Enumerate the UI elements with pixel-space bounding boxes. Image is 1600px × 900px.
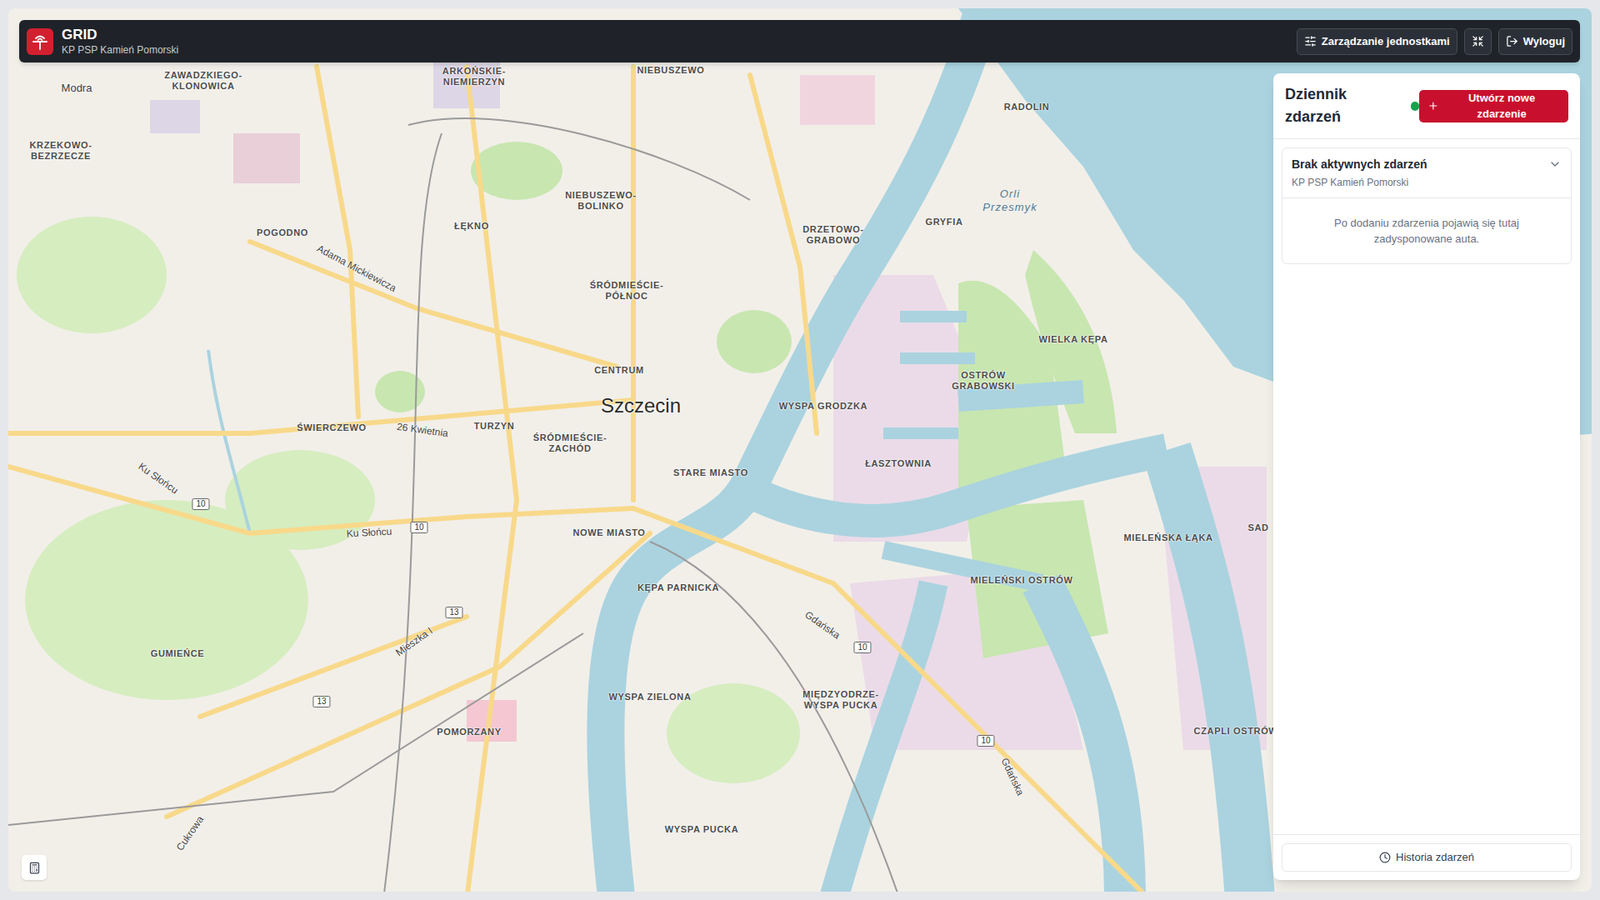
clock-icon: [1379, 851, 1391, 864]
map-label: ZAWADZKIEGO-KLONOWICA: [149, 70, 258, 92]
map-label: TURZYN: [440, 420, 549, 432]
map-label: Szczecin: [600, 390, 681, 421]
app: ARKOŃSKIE-NIEMIERZYN NIEBUSZEWO Modra ZAWAD…: [0, 0, 1600, 900]
status-dot: [1410, 101, 1420, 111]
map-label: WYSPA PUCKA: [647, 824, 756, 835]
route-shield: 13: [312, 695, 330, 708]
map-label: WYSPA ZIELONA: [595, 691, 705, 703]
map-label: MIELEŃSKA ŁĄKA: [1114, 532, 1223, 544]
map-label: RADOLIN: [972, 101, 1081, 113]
map-label: ŁASZTOWNIA: [844, 458, 953, 470]
map-label: STARE MIASTO: [656, 467, 765, 479]
map-label: MIĘDZYODRZE-WYSPA PUCKA: [786, 689, 895, 711]
manage-units-button[interactable]: Zarządzanie jednostkami: [1296, 28, 1458, 55]
panel-footer: Historia zdarzeń: [1273, 834, 1580, 880]
map-label: NIEBUSZEWO: [616, 65, 725, 76]
map-label: ŚRÓDMIEŚCIE-PÓŁNOC: [572, 280, 681, 302]
event-card: Brak aktywnych zdarzeńKP PSP Kamień Pomo…: [1281, 147, 1572, 265]
map-label: NOWE MIASTO: [555, 527, 664, 539]
map-label: Modra: [61, 80, 93, 97]
app-title: GRID: [61, 25, 179, 44]
map-label: Ku Słońcu: [345, 524, 393, 542]
map-label: KRZEKOWO-BEZRZECZE: [8, 140, 115, 162]
map-label: DRZETOWO-GRABOWO: [779, 224, 888, 246]
route-shield: 10: [191, 498, 210, 510]
map-label: NIEBUSZEWO-BOLINKO: [546, 190, 655, 212]
map-label: POGODNO: [228, 227, 337, 239]
panel-body: Brak aktywnych zdarzeńKP PSP Kamień Pomo…: [1273, 139, 1580, 835]
calculator-icon: [28, 861, 41, 875]
map-label: GUMIEŃCE: [123, 648, 232, 660]
panel-header: Dziennik zdarzeń Utwórz nowe zdarzenie: [1273, 73, 1580, 140]
route-shield: 10: [853, 641, 871, 654]
event-log-panel: Dziennik zdarzeń Utwórz nowe zdarzenie Bra…: [1273, 73, 1580, 880]
logout-button[interactable]: Wyloguj: [1498, 28, 1573, 55]
route-shield: 13: [445, 606, 463, 619]
map-label: MIELEŃSKI OSTRÓW: [967, 575, 1076, 586]
map-label: ARKOŃSKIE-NIEMIERZYN: [420, 65, 529, 88]
map-label: CENTRUM: [565, 365, 674, 376]
measure-tool-button[interactable]: [21, 855, 47, 880]
logout-icon: [1505, 35, 1519, 48]
history-button[interactable]: Historia zdarzeń: [1281, 843, 1572, 872]
route-shield: 10: [410, 521, 428, 534]
map-label: WYSPA GRODZKA: [769, 400, 878, 412]
shrink-button[interactable]: [1464, 28, 1492, 55]
map-label: GRYFIA: [890, 216, 999, 228]
app-subtitle: KP PSP Kamień Pomorski: [61, 44, 179, 57]
map-label: OSTRÓW GRABOWSKI: [929, 370, 1038, 392]
map-label: Orli Przesmyk: [972, 187, 1048, 215]
header-actions: Zarządzanie jednostkami Wyloguj: [1296, 28, 1573, 55]
settings-icon: [1304, 35, 1317, 48]
brand: GRIDKP PSP Kamień Pomorski: [26, 25, 179, 56]
chevron-down-icon: [1548, 157, 1562, 171]
map-label: ŁĘKNO: [417, 220, 526, 232]
event-card-title: Brak aktywnych zdarzeń: [1291, 155, 1428, 174]
shrink-icon: [1471, 35, 1485, 48]
map-label: WIELKA KĘPA: [1019, 334, 1128, 345]
top-bar: GRIDKP PSP Kamień Pomorski Zarządzanie je…: [19, 20, 1580, 63]
map-label: ŚWIERCZEWO: [277, 422, 386, 434]
event-card-body: Po dodaniu zdarzenia pojawią się tutaj z…: [1282, 198, 1571, 264]
plus-icon: [1427, 100, 1440, 112]
map[interactable]: ARKOŃSKIE-NIEMIERZYN NIEBUSZEWO Modra ZAWAD…: [8, 8, 1592, 892]
create-event-button[interactable]: Utwórz nowe zdarzenie: [1419, 90, 1569, 123]
logo-icon: [26, 28, 54, 55]
route-shield: 10: [976, 735, 995, 747]
map-label: POMORZANY: [415, 726, 524, 738]
event-card-header[interactable]: Brak aktywnych zdarzeńKP PSP Kamień Pomo…: [1282, 148, 1571, 199]
event-card-subtitle: KP PSP Kamień Pomorski: [1291, 175, 1428, 190]
panel-title: Dziennik zdarzeń: [1285, 83, 1405, 129]
map-label: ŚRÓDMIEŚCIE-ZACHÓD: [515, 432, 625, 455]
map-label: KĘPA PARNICKA: [624, 582, 733, 594]
